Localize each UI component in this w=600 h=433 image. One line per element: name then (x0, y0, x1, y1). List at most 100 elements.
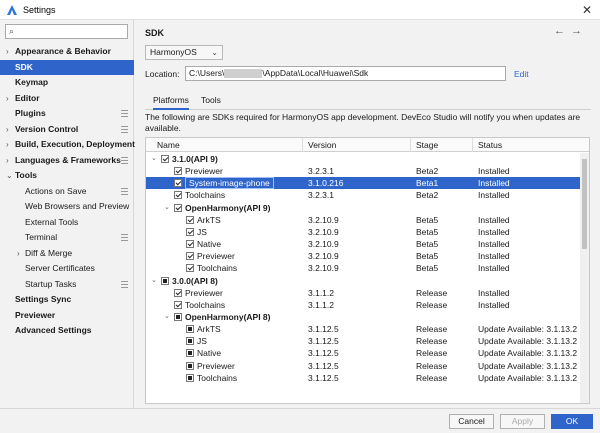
sidebar-item-plugins[interactable]: Plugins (0, 106, 134, 122)
table-row[interactable]: ArkTS 3.1.12.5 Release Update Available: 3.… (146, 323, 581, 335)
tab-platforms[interactable]: Platforms (153, 95, 189, 110)
sidebar-item-tools[interactable]: ⌄ Tools (0, 168, 134, 184)
sidebar-item-actions-on-save[interactable]: Actions on Save (0, 184, 134, 200)
chevron-right-icon[interactable]: › (6, 122, 9, 138)
table-row[interactable]: Native 3.1.12.5 Release Update Available: 3… (146, 347, 581, 359)
sidebar-item-terminal[interactable]: Terminal (0, 230, 134, 246)
expand-toggle-icon[interactable]: ⌄ (164, 311, 170, 323)
sdk-checkbox[interactable] (186, 349, 194, 358)
table-row[interactable]: ⌄ 3.0.0(API 8) (146, 275, 581, 287)
cancel-button[interactable]: Cancel (449, 414, 494, 429)
sidebar-item-settings-sync[interactable]: Settings Sync (0, 292, 134, 308)
sidebar-item-advanced-settings[interactable]: Advanced Settings (0, 323, 134, 339)
tab-tools[interactable]: Tools (201, 95, 221, 105)
sidebar-item-label: Server Certificates (25, 263, 95, 273)
sdk-name: JS (197, 336, 207, 347)
sdk-stage: Release (416, 336, 448, 347)
table-row[interactable]: JS 3.2.10.9 Beta5 Installed (146, 226, 581, 238)
table-row[interactable]: Toolchains 3.2.10.9 Beta5 Installed (146, 262, 581, 274)
table-row[interactable]: Previewer 3.2.3.1 Beta2 Installed (146, 165, 581, 177)
close-icon[interactable]: ✕ (582, 3, 592, 17)
sdk-checkbox[interactable] (186, 361, 194, 370)
apply-button[interactable]: Apply (500, 414, 545, 429)
column-header-stage[interactable]: Stage (416, 140, 438, 150)
sidebar-item-sdk[interactable]: SDK (0, 59, 134, 75)
column-header-name[interactable]: Name (157, 140, 180, 150)
project-settings-icon (121, 110, 128, 117)
settings-search-input[interactable]: ⌕ (5, 24, 128, 39)
sidebar-item-label: Terminal (25, 232, 58, 242)
sdk-checkbox[interactable] (174, 191, 182, 200)
sdk-panel: SDK ←→ HarmonyOS ⌄ Location: C:\Users\ \Ap… (135, 20, 600, 408)
sdk-checkbox[interactable] (186, 373, 194, 382)
sdk-checkbox[interactable] (186, 215, 194, 224)
column-header-version[interactable]: Version (308, 140, 336, 150)
sidebar-item-external-tools[interactable]: External Tools (0, 215, 134, 231)
chevron-down-icon: ⌄ (211, 48, 218, 57)
sidebar-item-languages-frameworks[interactable]: › Languages & Frameworks (0, 153, 134, 169)
sdk-checkbox[interactable] (161, 155, 169, 163)
expand-toggle-icon[interactable]: ⌄ (164, 202, 170, 214)
table-row[interactable]: System-image-phone 3.1.0.216 Beta1 Installe… (146, 177, 581, 190)
back-arrow-icon[interactable]: ← (554, 25, 571, 37)
sdk-checkbox[interactable] (186, 227, 194, 236)
table-row[interactable]: Native 3.2.10.9 Beta5 Installed (146, 238, 581, 250)
ok-button[interactable]: OK (551, 414, 593, 429)
sdk-checkbox[interactable] (174, 288, 182, 297)
window-title: Settings (23, 4, 56, 15)
sdk-checkbox[interactable] (161, 276, 169, 285)
expand-toggle-icon[interactable]: ⌄ (151, 275, 157, 287)
table-row[interactable]: ⌄ OpenHarmony(API 8) (146, 311, 581, 323)
scrollbar-thumb[interactable] (582, 159, 587, 249)
chevron-right-icon[interactable]: › (6, 91, 9, 107)
table-row[interactable]: Toolchains 3.1.1.2 Release Installed (146, 299, 581, 311)
sdk-checkbox[interactable] (174, 312, 182, 321)
sidebar-item-diff-merge[interactable]: › Diff & Merge (0, 246, 134, 262)
table-row[interactable]: Toolchains 3.1.12.5 Release Update Availabl… (146, 372, 581, 384)
sdk-checkbox[interactable] (186, 264, 194, 273)
chevron-right-icon[interactable]: › (6, 153, 9, 169)
sdk-checkbox[interactable] (186, 337, 194, 346)
sidebar-item-editor[interactable]: › Editor (0, 91, 134, 107)
edit-location-link[interactable]: Edit (514, 69, 529, 79)
table-row[interactable]: ⌄ OpenHarmony(API 9) (146, 202, 581, 214)
location-field[interactable]: C:\Users\ \AppData\Local\Huawei\Sdk (185, 66, 506, 81)
sdk-checkbox[interactable] (186, 252, 194, 261)
table-row[interactable]: Previewer 3.2.10.9 Beta5 Installed (146, 250, 581, 262)
chevron-right-icon[interactable]: › (6, 44, 9, 60)
sdk-version: 3.1.12.5 (308, 348, 339, 359)
sdk-checkbox[interactable] (174, 167, 182, 176)
table-scrollbar[interactable] (580, 153, 589, 403)
sdk-checkbox[interactable] (174, 179, 182, 188)
table-row[interactable]: Toolchains 3.2.3.1 Beta2 Installed (146, 189, 581, 201)
table-row[interactable]: Previewer 3.1.1.2 Release Installed (146, 287, 581, 299)
sidebar-item-keymap[interactable]: Keymap (0, 75, 134, 91)
sdk-version: 3.1.12.5 (308, 324, 339, 335)
sdk-name: Toolchains (197, 372, 238, 383)
sdk-checkbox[interactable] (186, 325, 194, 334)
sdk-version: 3.2.3.1 (308, 166, 334, 177)
table-row[interactable]: Previewer 3.1.12.5 Release Update Available… (146, 360, 581, 372)
sidebar-item-startup-tasks[interactable]: Startup Tasks (0, 277, 134, 293)
sdk-checkbox[interactable] (174, 300, 182, 309)
chevron-down-icon[interactable]: ⌄ (6, 168, 13, 184)
sdk-checkbox[interactable] (186, 240, 194, 249)
forward-arrow-icon[interactable]: → (571, 25, 588, 37)
sidebar-item-server-certificates[interactable]: Server Certificates (0, 261, 134, 277)
table-row[interactable]: ArkTS 3.2.10.9 Beta5 Installed (146, 214, 581, 226)
table-row[interactable]: JS 3.1.12.5 Release Update Available: 3.1.1… (146, 335, 581, 347)
sidebar-item-web-browsers-and-preview[interactable]: Web Browsers and Preview (0, 199, 134, 215)
project-settings-icon (121, 187, 128, 195)
sdk-checkbox[interactable] (174, 203, 182, 212)
chevron-right-icon[interactable]: › (17, 246, 20, 262)
sidebar-item-label: External Tools (25, 216, 79, 227)
platform-select[interactable]: HarmonyOS ⌄ (145, 45, 223, 60)
sidebar-item-appearance-behavior[interactable]: › Appearance & Behavior (0, 44, 134, 60)
table-row[interactable]: ⌄ 3.1.0(API 9) (146, 153, 581, 165)
chevron-right-icon[interactable]: › (6, 137, 9, 153)
sidebar-item-build-execution-deployment[interactable]: › Build, Execution, Deployment (0, 137, 135, 153)
sidebar-item-version-control[interactable]: › Version Control (0, 122, 134, 138)
expand-toggle-icon[interactable]: ⌄ (151, 153, 157, 165)
sidebar-item-previewer[interactable]: Previewer (0, 308, 134, 324)
column-header-status[interactable]: Status (478, 140, 502, 150)
